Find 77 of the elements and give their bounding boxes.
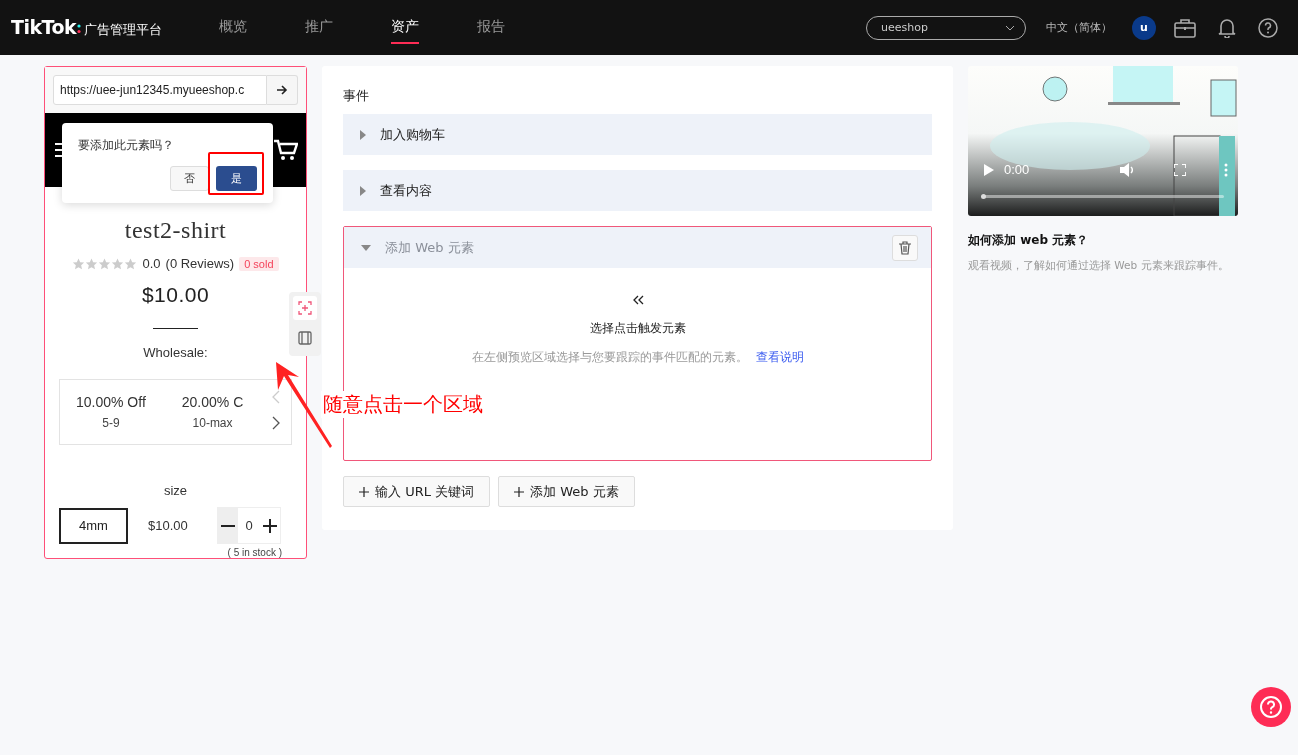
columns-icon xyxy=(298,331,312,345)
add-button[interactable]: 输入 URL 关键词 xyxy=(343,476,491,507)
popover-question: 要添加此元素吗？ xyxy=(78,137,175,154)
fullscreen-icon[interactable] xyxy=(1174,163,1186,176)
rating-value: 0.0 xyxy=(142,256,161,271)
tiktok-logo: TikTok xyxy=(11,16,77,38)
decrease-button[interactable] xyxy=(218,508,238,543)
stock-note: ( 5 in stock ) xyxy=(227,547,282,558)
colon-icon xyxy=(77,23,82,34)
caret-right-icon xyxy=(360,129,366,140)
select-element-button[interactable] xyxy=(293,296,317,320)
selector-hint: 在左侧预览区域选择与您要跟踪的事件匹配的元素。 查看说明 xyxy=(471,349,804,366)
event-label: 添加 Web 元素 xyxy=(385,238,475,257)
crosshair-icon xyxy=(298,301,312,315)
plus-icon xyxy=(263,518,277,533)
user-avatar[interactable]: u xyxy=(1132,15,1156,40)
help-description: 观看视频，了解如何通过选择 Web 元素来跟踪事件。 xyxy=(968,259,1230,273)
event-header[interactable]: 加入购物车 xyxy=(343,114,932,155)
review-count: (0 Reviews) xyxy=(165,256,235,271)
go-button[interactable] xyxy=(267,75,298,105)
section-title: 事件 xyxy=(343,87,370,105)
volume-icon[interactable] xyxy=(1120,162,1136,177)
help-button[interactable] xyxy=(1251,687,1291,727)
notification-bell-icon[interactable] xyxy=(1218,17,1236,38)
event-label: 查看内容 xyxy=(380,181,433,200)
arrow-right-icon xyxy=(276,84,288,96)
tier-range: 10-max xyxy=(192,416,233,430)
trash-icon xyxy=(899,240,911,255)
plus-icon xyxy=(514,486,525,497)
annotation-text: 随意点击一个区域 xyxy=(321,391,485,418)
product-price: $10.00 xyxy=(141,283,210,307)
nav-tab[interactable]: 报告 xyxy=(477,11,506,44)
sold-badge: 0 sold xyxy=(239,256,279,271)
url-field[interactable]: https://uee-jun12345.myueeshop.c xyxy=(53,75,267,105)
wholesale-label: Wholesale: xyxy=(143,345,208,360)
size-option[interactable]: 4mm xyxy=(59,507,128,544)
variant-price: $10.00 xyxy=(148,518,189,533)
tier-discount: 20.00% C xyxy=(181,394,244,410)
quantity-stepper[interactable]: 0 xyxy=(217,507,281,544)
plus-icon xyxy=(359,486,369,497)
help-icon xyxy=(1259,695,1283,719)
briefcase-icon[interactable] xyxy=(1174,17,1196,38)
highlight-frame xyxy=(208,152,264,195)
progress-handle[interactable] xyxy=(981,194,986,199)
video-time: 0:00 xyxy=(1004,162,1031,177)
logo-subtitle: 广告管理平台 xyxy=(84,21,163,39)
play-icon[interactable] xyxy=(984,163,994,176)
caret-down-icon xyxy=(361,244,371,251)
add-button[interactable]: 添加 Web 元素 xyxy=(498,476,635,507)
star-icon xyxy=(85,257,99,270)
chevron-right-icon[interactable] xyxy=(272,416,280,430)
cart-icon[interactable] xyxy=(274,139,298,161)
product-title: test2-shirt xyxy=(124,217,227,244)
star-icon xyxy=(72,257,86,270)
no-button[interactable]: 否 xyxy=(170,166,209,191)
star-icon xyxy=(124,257,138,270)
chevron-down-icon xyxy=(1005,24,1015,31)
tier-range: 5-9 xyxy=(102,416,120,430)
selector-heading: 选择点击触发元素 xyxy=(589,320,686,337)
language-selector[interactable]: 中文（简体） xyxy=(1046,20,1112,35)
nav-tab[interactable]: 资产 xyxy=(391,11,420,44)
caret-right-icon xyxy=(360,185,366,196)
double-chevron-left-icon xyxy=(631,295,644,305)
star-icon xyxy=(98,257,112,270)
nav-tab[interactable]: 概览 xyxy=(219,11,248,44)
size-label: size xyxy=(163,483,188,498)
yes-button[interactable]: 是 xyxy=(216,166,257,191)
event-label: 加入购物车 xyxy=(380,125,446,144)
minus-icon xyxy=(221,524,235,527)
help-link[interactable]: 查看说明 xyxy=(755,350,804,364)
nav-tab[interactable]: 推广 xyxy=(305,11,334,44)
help-icon[interactable] xyxy=(1258,17,1278,38)
help-title: 如何添加 web 元素？ xyxy=(968,232,1090,249)
delete-button[interactable] xyxy=(892,234,918,261)
star-icon xyxy=(111,257,125,270)
event-header[interactable]: 查看内容 xyxy=(343,170,932,211)
tier-discount: 10.00% Off xyxy=(76,394,146,410)
